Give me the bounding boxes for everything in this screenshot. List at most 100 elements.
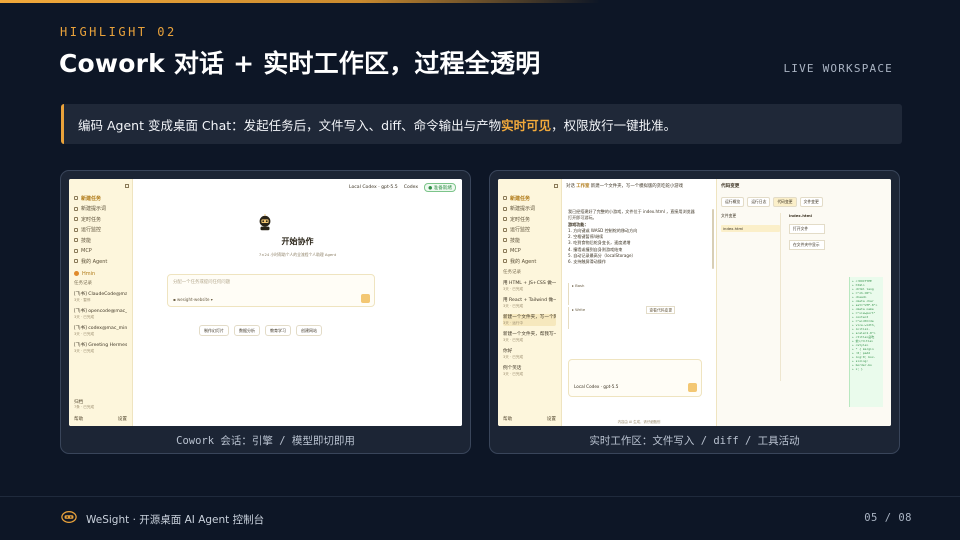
list-item[interactable]: 你好 3天 · 已完成 [503,348,556,360]
agent-icon [503,259,507,264]
mcp-icon [503,248,507,253]
editor-file-name: index.html [789,213,812,218]
diff-view: + <!DOCTYPE + html> + <html lang + ="zh-CN"… [849,277,883,407]
folder-selector[interactable]: ▪ wesight-website ▾ [173,297,213,302]
nav-prompts[interactable]: 新建提示词 [503,204,556,215]
nav-scheduled[interactable]: 定时任务 [503,214,556,225]
chat-title: 新建一个文件夹，写一个模拟版的贪吃蛇小游戏 [590,184,684,189]
list-item[interactable]: 用 React + Tailwind 做一个…3天 · 已完成 [503,297,556,309]
clock-icon [503,217,507,222]
open-file-button[interactable]: 打开文件 [789,224,825,234]
scrollbar[interactable] [712,209,714,269]
engine-selector[interactable]: Codex [404,185,418,190]
page-number: 05 / 08 [864,512,912,524]
file-item[interactable]: index.html [721,225,780,232]
skills-icon [74,238,78,243]
settings-link[interactable]: 设置 [547,416,556,422]
assistant-message: 我已经搭建好了完整的小游戏，文件位于 index.html ，直接用浏览器打开即… [568,209,695,265]
main-panel: Local Codex · gpt-5.5 Codex ● 准备就绪 开始协作 … [133,179,462,426]
list-item[interactable]: [飞书] Greeting Hermes A 3天 · 已完成 [74,342,127,354]
nav-new-task[interactable]: 新建任务 [74,193,127,204]
tab-logs[interactable]: 运行日志 [747,197,771,207]
sidebar-footer: 帮助 设置 [503,416,556,422]
avatar [74,271,79,276]
diff-line: + x; } [852,367,863,371]
cowork-app: 新建任务 新建提示词 定时任务 运行监控 技能 MCP 我的 Agent Hmi… [69,179,462,426]
start-subtitle: 7×24 小时帮助个人的全流程个人助理 Agent [258,252,337,257]
tool-write[interactable]: ▸ Write 查看代码变更 [568,305,704,329]
section-label: 任务记录 [74,280,92,286]
nav-skills[interactable]: 技能 [503,235,556,246]
list-item-active[interactable]: 新建一个文件夹，写一个网…3天 · 运行中 [503,313,556,326]
list-item[interactable]: 例个笑话 3天 · 已完成 [503,365,556,377]
collapse-sidebar-icon[interactable] [554,184,558,188]
workspace-screenshot: 新建任务 新建提示词 定时任务 运行监控 技能 MCP 我的 Agent 任务记… [498,179,891,426]
send-button[interactable] [361,294,370,303]
cowork-screenshot: 新建任务 新建提示词 定时任务 运行监控 技能 MCP 我的 Agent Hmi… [69,179,462,426]
list-item[interactable]: 新建一个文件夹，帮我写一个…3天 · 已完成 [503,331,556,343]
help-link[interactable]: 帮助 [503,416,512,422]
collapse-sidebar-icon[interactable] [125,184,129,188]
list-item[interactable]: [飞书] ClaudeCode@mac_mini3天 · 暂停 [74,291,127,303]
nav-my-agent[interactable]: 我的 Agent [74,256,127,267]
model-selector[interactable]: Local Codex · gpt-5.5 [574,384,618,389]
send-button[interactable] [688,383,697,392]
reveal-in-folder-button[interactable]: 在文件夹中显示 [789,240,825,250]
list-item[interactable]: 用 HTML + JS+CSS 做一个…3天 · 已完成 [503,280,556,292]
agent-badge[interactable]: Hmin [74,270,127,278]
skills-icon [503,238,507,243]
settings-link[interactable]: 设置 [118,416,127,422]
monitor-icon [503,227,507,232]
prompt-icon [74,206,78,211]
nav-prompts[interactable]: 新建提示词 [74,204,127,215]
chat-disclaimer: 内容由 AI 生成，请仔细甄别 [617,420,661,424]
workspace-app: 新建任务 新建提示词 定时任务 运行监控 技能 MCP 我的 Agent 任务记… [498,179,891,426]
nav-monitor[interactable]: 运行监控 [74,225,127,236]
nav-new-task[interactable]: 新建任务 [503,193,556,204]
monitor-icon [74,227,78,232]
left-caption: Cowork 会话：引擎 / 模型即切即用 [176,435,355,447]
help-link[interactable]: 帮助 [74,416,83,422]
archive-item[interactable]: 归档 7条 · 已完成 [74,399,94,410]
view-changes-button[interactable]: 查看代码变更 [646,305,676,314]
workspace-panel: 代码变更 运行概览 运行日志 代码变更 文件变更 文件变更 index.html… [717,179,891,426]
sidebar-footer: 帮助 设置 [74,416,127,422]
callout-prefix: 编码 Agent 变成桌面 Chat：发起任务后，文件写入、diff、命令输出与… [78,118,502,133]
model-selector[interactable]: Local Codex · gpt-5.5 [349,185,398,190]
nav-mcp[interactable]: MCP [74,246,127,257]
quick-action-data[interactable]: 数据分析 [234,325,260,336]
mascot-icon [259,214,271,231]
callout: 编码 Agent 变成桌面 Chat：发起任务后，文件写入、diff、命令输出与… [61,104,902,144]
nav-skills[interactable]: 技能 [74,235,127,246]
tab-diff[interactable]: 代码变更 [773,197,797,207]
plus-icon [503,196,507,201]
list-item[interactable]: [飞书] opencode@mac_mini3天 · 已完成 [74,308,127,320]
composer-placeholder[interactable]: 分配一个任务或提问任何问题 [173,279,230,285]
top-accent-bar [0,0,600,3]
tab-files[interactable]: 文件变更 [799,197,823,207]
status-badge: ● 准备就绪 [424,183,456,192]
nav-mcp[interactable]: MCP [503,246,556,257]
tool-bash[interactable]: ▸ Bash [568,283,704,305]
sidebar: 新建任务 新建提示词 定时任务 运行监控 技能 MCP 我的 Agent 任务记… [498,179,562,426]
chat-header: 对话 工作室 新建一个文件夹，写一个模拟版的贪吃蛇小游戏 [566,184,684,189]
nav-scheduled[interactable]: 定时任务 [74,214,127,225]
workspace-tabs: 运行概览 运行日志 代码变更 文件变更 [721,197,823,207]
live-workspace-tag: LIVE WORKSPACE [783,62,893,75]
callout-highlight: 实时可见 [501,118,552,133]
quick-action-website[interactable]: 创建网站 [296,325,322,336]
chat-panel: 对话 工作室 新建一个文件夹，写一个模拟版的贪吃蛇小游戏 我已经搭建好了完整的小… [562,179,717,426]
plus-icon [74,196,78,201]
nav-monitor[interactable]: 运行监控 [503,225,556,236]
start-title: 开始协作 [281,237,314,246]
composer[interactable]: 分配一个任务或提问任何问题 ▪ wesight-website ▾ [167,274,375,307]
eyebrow: HIGHLIGHT 02 [60,25,177,39]
list-item[interactable]: [飞书] codex@mac_mini 3天 · 已完成 [74,325,127,337]
mcp-icon [74,248,78,253]
composer[interactable]: Local Codex · gpt-5.5 [568,359,702,397]
nav-my-agent[interactable]: 我的 Agent [503,256,556,267]
quick-action-slides[interactable]: 制作幻灯片 [199,325,229,336]
agent-icon [74,259,78,264]
tab-overview[interactable]: 运行概览 [721,197,745,207]
quick-action-learn[interactable]: 教育学习 [265,325,291,336]
